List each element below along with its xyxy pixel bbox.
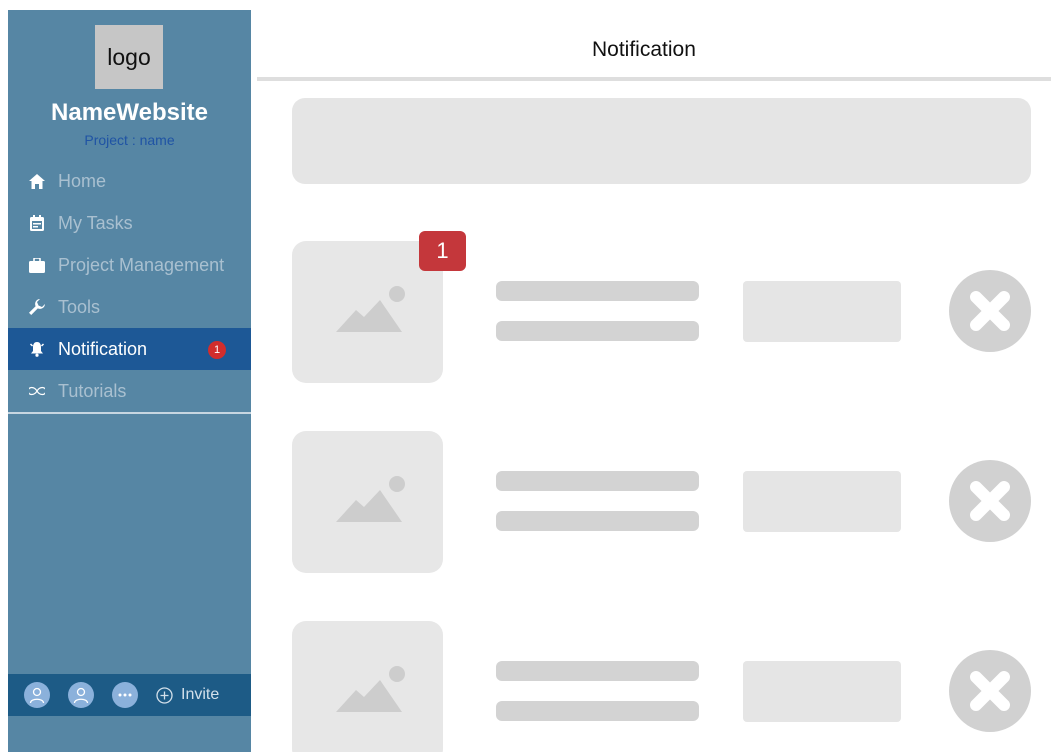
briefcase-icon	[29, 257, 45, 273]
notification-row	[292, 621, 1051, 752]
wrench-icon	[29, 299, 45, 315]
sidebar-item-notification[interactable]: Notification 1	[8, 328, 251, 370]
text-placeholder	[496, 321, 699, 341]
site-name: NameWebsite	[51, 99, 208, 126]
sidebar-item-project-management[interactable]: Project Management	[8, 244, 251, 286]
infinity-icon	[29, 383, 45, 399]
content-placeholder	[743, 471, 901, 532]
invite-label: Invite	[181, 686, 220, 703]
notification-row	[292, 431, 1051, 573]
sidebar-item-label: Notification	[58, 338, 148, 359]
user-avatar-icon[interactable]	[24, 682, 50, 708]
image-placeholder	[292, 621, 443, 752]
sidebar-item-label: Tutorials	[58, 380, 127, 401]
home-icon	[29, 173, 45, 189]
project-name: Project : name	[84, 132, 175, 148]
content-placeholder	[743, 661, 901, 722]
notification-count-badge: 1	[208, 341, 226, 359]
sidebar-item-home[interactable]: Home	[8, 160, 251, 202]
sidebar-item-label: My Tasks	[58, 212, 133, 233]
page-title: Notification	[592, 38, 696, 61]
text-placeholder	[496, 281, 699, 301]
user-avatar-icon[interactable]	[68, 682, 94, 708]
image-icon	[336, 476, 405, 522]
text-placeholder	[496, 511, 699, 531]
app-window: logo NameWebsite Project : name Home My …	[0, 0, 1051, 752]
plus-circle-icon	[156, 686, 173, 704]
sidebar-item-tools[interactable]: Tools	[8, 286, 251, 328]
sidebar-item-my-tasks[interactable]: My Tasks	[8, 202, 251, 244]
notification-row: 1	[292, 231, 1051, 383]
close-icon[interactable]	[949, 270, 1031, 352]
team-bar: Invite	[8, 674, 251, 716]
title-divider	[257, 77, 1051, 81]
content-placeholder	[743, 281, 901, 342]
text-placeholder	[496, 471, 699, 491]
close-icon[interactable]	[949, 460, 1031, 542]
sidebar-item-label: Tools	[58, 296, 101, 317]
text-placeholder	[496, 701, 699, 721]
sidebar-item-label: Project Management	[58, 254, 225, 275]
sidebar-item-label: Home	[58, 170, 107, 191]
image-icon	[336, 286, 405, 332]
bell-icon	[29, 341, 45, 357]
image-placeholder	[292, 431, 443, 573]
image-icon	[336, 666, 405, 712]
sidebar-item-tutorials[interactable]: Tutorials	[8, 370, 251, 412]
notification-badge: 1	[419, 231, 466, 271]
logo: logo	[95, 25, 163, 89]
sidebar-nav: Home My Tasks Project Management Tools N…	[8, 160, 251, 412]
close-icon[interactable]	[949, 650, 1031, 732]
calendar-icon	[29, 215, 45, 231]
sidebar-divider	[8, 412, 251, 414]
more-icon[interactable]	[112, 682, 138, 708]
invite-button[interactable]: Invite	[156, 686, 219, 704]
sidebar: logo NameWebsite Project : name Home My …	[8, 10, 251, 752]
text-placeholder	[496, 661, 699, 681]
search-placeholder-bar[interactable]	[292, 98, 1031, 184]
